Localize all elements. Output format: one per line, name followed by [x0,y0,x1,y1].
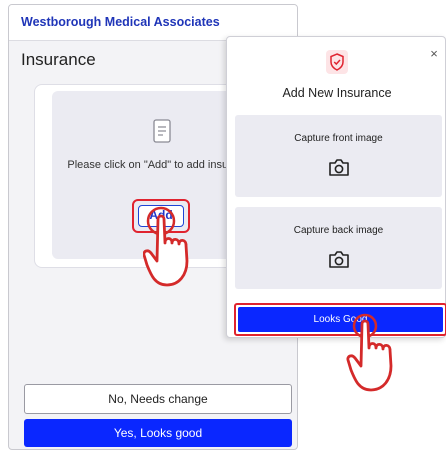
modal-title: Add New Insurance [282,86,392,100]
yes-looks-good-button[interactable]: Yes, Looks good [24,419,292,447]
looks-good-button[interactable]: Looks Good [238,307,443,332]
capture-front-label: Capture front image [294,133,383,144]
capture-back-area[interactable]: Capture back image [235,207,442,289]
document-icon [153,119,171,143]
looks-good-highlight: Looks Good [234,303,446,336]
page-title: Insurance [21,50,96,69]
needs-change-button[interactable]: No, Needs change [24,384,292,414]
shield-icon [326,50,348,74]
camera-icon [329,159,349,176]
add-button-highlight: Add [132,199,190,233]
close-icon[interactable]: × [427,47,441,61]
app-title: Westborough Medical Associates [21,15,220,29]
capture-back-label: Capture back image [293,225,384,236]
camera-icon [329,251,349,268]
add-insurance-modal: × Add New Insurance Capture front image … [226,36,446,338]
add-button[interactable]: Add [138,205,184,227]
capture-front-area[interactable]: Capture front image [235,115,442,197]
